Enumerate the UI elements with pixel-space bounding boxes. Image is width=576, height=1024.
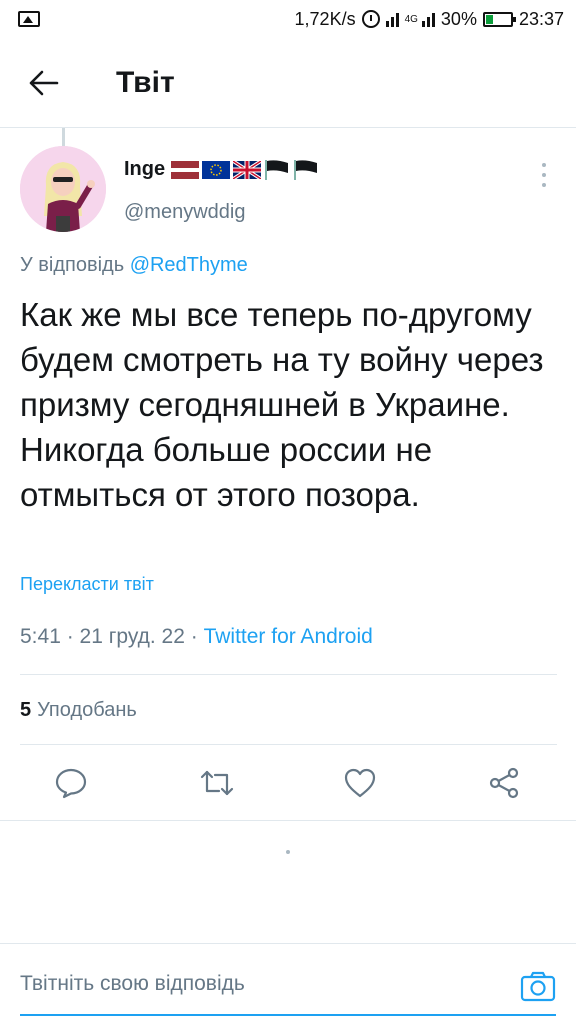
likes-summary[interactable]: 5 Уподобань bbox=[20, 699, 137, 722]
dot bbox=[542, 163, 546, 167]
reply-to-line: У відповідь @RedThyme bbox=[20, 254, 248, 277]
likes-count: 5 bbox=[20, 699, 32, 721]
image-notification-icon bbox=[18, 11, 40, 27]
translate-tweet-link[interactable]: Перекласти твіт bbox=[20, 574, 154, 595]
signal-icon bbox=[385, 11, 399, 27]
latvia-flag-icon bbox=[171, 160, 200, 179]
tweet-source-link[interactable]: Twitter for Android bbox=[204, 625, 373, 648]
divider bbox=[0, 820, 576, 821]
retweet-icon bbox=[200, 770, 234, 796]
app-header: Твіт bbox=[0, 38, 576, 128]
input-underline bbox=[20, 1014, 556, 1016]
black-flag-icon bbox=[294, 159, 318, 180]
signal-4g-icon bbox=[421, 11, 435, 27]
author-name: Inge bbox=[124, 158, 166, 180]
reply-mention-link[interactable]: @RedThyme bbox=[130, 254, 248, 276]
dot bbox=[542, 173, 546, 177]
author-handle[interactable]: @menywddig bbox=[124, 201, 245, 224]
back-button[interactable] bbox=[0, 38, 80, 128]
tweet-meta: 5:41 · 21 груд. 22 · Twitter for Android bbox=[20, 625, 373, 649]
reply-input[interactable] bbox=[20, 972, 500, 996]
avatar-image bbox=[20, 146, 106, 232]
network-speed: 1,72K/s bbox=[294, 8, 356, 29]
share-icon bbox=[489, 767, 519, 799]
share-button[interactable] bbox=[482, 761, 526, 805]
author-name-row[interactable]: Inge bbox=[124, 158, 319, 181]
thread-connector bbox=[62, 128, 65, 146]
camera-icon bbox=[520, 971, 556, 1002]
battery-fill bbox=[485, 14, 494, 24]
black-flag-icon bbox=[265, 159, 289, 180]
status-bar-right: 1,72K/s 4G 30% 23:37 bbox=[295, 9, 564, 30]
status-bar: 1,72K/s 4G 30% 23:37 bbox=[0, 0, 576, 38]
tweet-timestamp: 5:41 · 21 груд. 22 · bbox=[20, 625, 204, 648]
reply-to-prefix: У відповідь bbox=[20, 254, 125, 276]
camera-button[interactable] bbox=[518, 966, 558, 1006]
uk-flag-icon bbox=[233, 160, 262, 179]
reply-composer bbox=[0, 943, 576, 1024]
reply-button[interactable] bbox=[49, 761, 93, 805]
likes-label: Уподобань bbox=[37, 699, 137, 721]
author-flags bbox=[171, 159, 319, 180]
alarm-icon bbox=[361, 10, 380, 28]
avatar[interactable] bbox=[20, 146, 106, 232]
arrow-left-icon bbox=[29, 70, 59, 95]
retweet-button[interactable] bbox=[195, 761, 239, 805]
battery-icon bbox=[482, 11, 516, 27]
page-title: Твіт bbox=[116, 65, 175, 99]
more-options-button[interactable] bbox=[532, 160, 556, 190]
divider bbox=[20, 674, 557, 675]
loading-indicator bbox=[286, 850, 290, 854]
heart-icon bbox=[344, 768, 376, 798]
battery-percent: 30% bbox=[440, 8, 477, 29]
tweet-text: Как же мы все теперь по-другому будем см… bbox=[20, 296, 544, 513]
clock-time: 23:37 bbox=[518, 8, 564, 29]
network-type: 4G bbox=[404, 13, 418, 25]
eu-flag-icon bbox=[202, 160, 231, 179]
comment-icon bbox=[55, 768, 87, 799]
dot bbox=[542, 183, 546, 187]
tweet-actions bbox=[0, 745, 576, 820]
like-button[interactable] bbox=[338, 761, 382, 805]
